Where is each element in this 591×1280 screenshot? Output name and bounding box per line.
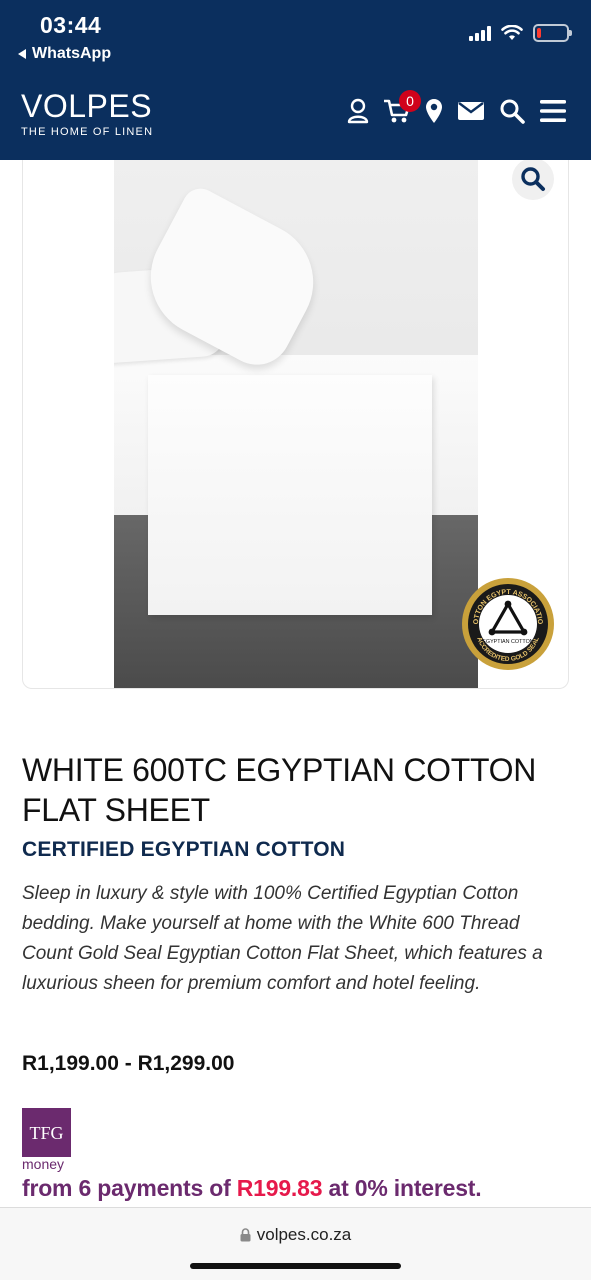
brand-logo[interactable]: VOLPES THE HOME OF LINEN — [21, 90, 153, 138]
installment-offer: from 6 payments of R199.83 at 0% interes… — [22, 1175, 482, 1202]
battery-icon — [533, 24, 572, 42]
tfg-logo-sub: money — [22, 1156, 65, 1172]
status-icons — [469, 24, 572, 42]
product-description: Sleep in luxury & style with 100% Certif… — [22, 883, 543, 994]
product-photo[interactable] — [114, 160, 478, 688]
location-icon[interactable] — [425, 98, 443, 124]
price-range: R1,199.00 - R1,299.00 — [22, 1052, 235, 1075]
home-indicator[interactable] — [190, 1263, 401, 1269]
battery-level — [537, 28, 541, 38]
menu-icon[interactable] — [539, 99, 567, 123]
brand-tagline: THE HOME OF LINEN — [21, 126, 154, 138]
product-subtitle: CERTIFIED EGYPTIAN COTTON — [22, 838, 346, 861]
brand-name: VOLPES — [21, 88, 153, 124]
lock-icon — [240, 1228, 251, 1242]
tfg-money-logo[interactable]: TFG money — [22, 1108, 71, 1172]
product-image-card: COTTON EGYPT ASSOCIATION ACCREDITED GOLD… — [22, 160, 569, 689]
installment-prefix: from 6 payments of — [22, 1175, 237, 1201]
back-arrow-icon — [18, 49, 26, 59]
url-field[interactable]: volpes.co.za — [0, 1225, 591, 1245]
back-to-app-link[interactable]: WhatsApp — [18, 45, 111, 63]
egyptian-cotton-gold-seal: COTTON EGYPT ASSOCIATION ACCREDITED GOLD… — [461, 577, 554, 670]
wifi-icon — [501, 25, 523, 40]
cart-count-badge: 0 — [399, 90, 421, 112]
site-header: 03:44 WhatsApp VOLPES THE HOME OF LINEN … — [0, 0, 591, 160]
account-icon[interactable] — [347, 98, 369, 124]
signal-icon — [469, 25, 491, 41]
header-nav: 0 — [347, 90, 567, 124]
product-title: WHITE 600TC EGYPTIAN COTTON FLAT SHEET — [22, 752, 537, 828]
back-app-label: WhatsApp — [32, 45, 112, 62]
zoom-search-icon — [521, 167, 545, 191]
cart-icon[interactable]: 0 — [383, 90, 421, 124]
installment-suffix: at 0% interest. — [322, 1175, 482, 1201]
mail-icon[interactable] — [457, 100, 485, 122]
installment-amount: R199.83 — [236, 1175, 323, 1201]
tfg-logo-mark: TFG — [22, 1108, 71, 1157]
seal-center-text: EGYPTIAN COTTON — [482, 639, 534, 645]
url-text: volpes.co.za — [256, 1225, 352, 1244]
status-time: 03:44 — [40, 12, 102, 38]
browser-address-bar: volpes.co.za — [0, 1207, 591, 1280]
search-icon[interactable] — [499, 98, 525, 124]
zoom-button[interactable] — [512, 160, 554, 200]
